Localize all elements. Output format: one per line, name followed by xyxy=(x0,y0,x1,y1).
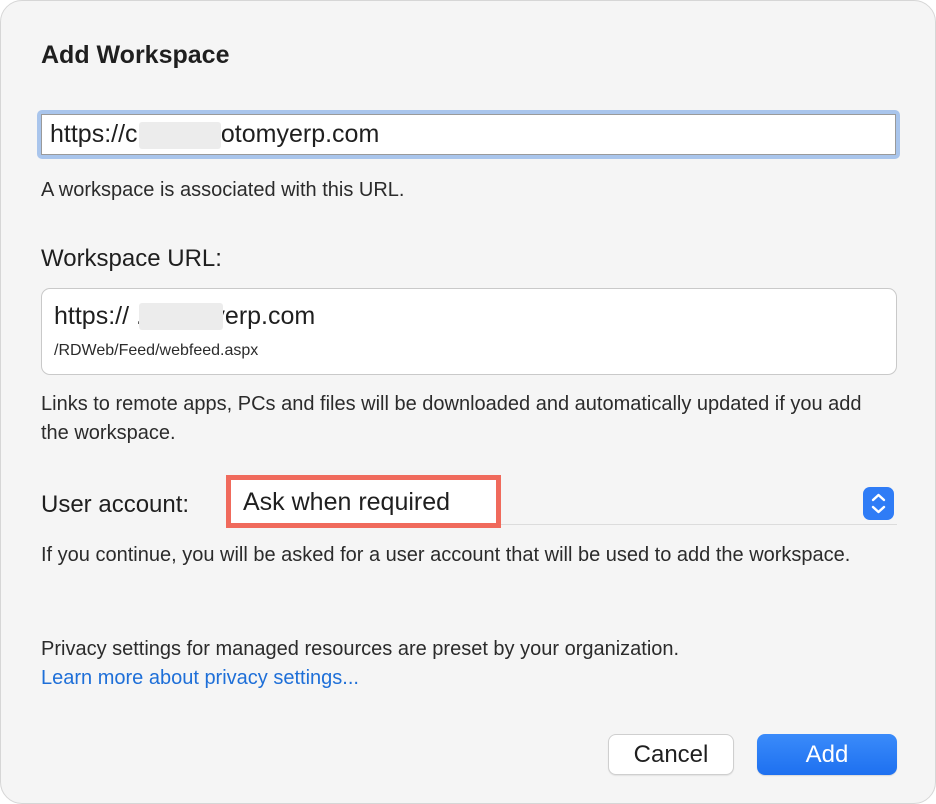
privacy-settings-link[interactable]: Learn more about privacy settings... xyxy=(41,667,359,690)
chevron-up-down-icon[interactable] xyxy=(863,487,894,520)
workspace-help-text: Links to remote apps, PCs and files will… xyxy=(41,393,862,444)
user-account-label: User account: xyxy=(41,491,190,518)
redacted-text xyxy=(139,122,221,149)
workspace-url-label: Workspace URL: xyxy=(41,245,222,272)
redacted-text xyxy=(139,303,223,330)
privacy-text: Privacy settings for managed resources a… xyxy=(41,638,680,660)
dialog-title: Add Workspace xyxy=(41,41,230,69)
workspace-url-box: https:// .gotomyerp.com /RDWeb/Feed/webf… xyxy=(41,288,897,375)
user-account-select[interactable]: Ask when required xyxy=(226,475,897,528)
user-account-help-text: If you continue, you will be asked for a… xyxy=(41,544,851,566)
cancel-button[interactable]: Cancel xyxy=(608,734,734,775)
user-account-selected-value: Ask when required xyxy=(243,488,451,516)
add-button[interactable]: Add xyxy=(757,734,897,775)
workspace-url-path: /RDWeb/Feed/webfeed.aspx xyxy=(54,342,259,359)
url-help-text: A workspace is associated with this URL. xyxy=(41,179,405,201)
add-workspace-dialog: Add Workspace A workspace is associated … xyxy=(0,0,936,804)
